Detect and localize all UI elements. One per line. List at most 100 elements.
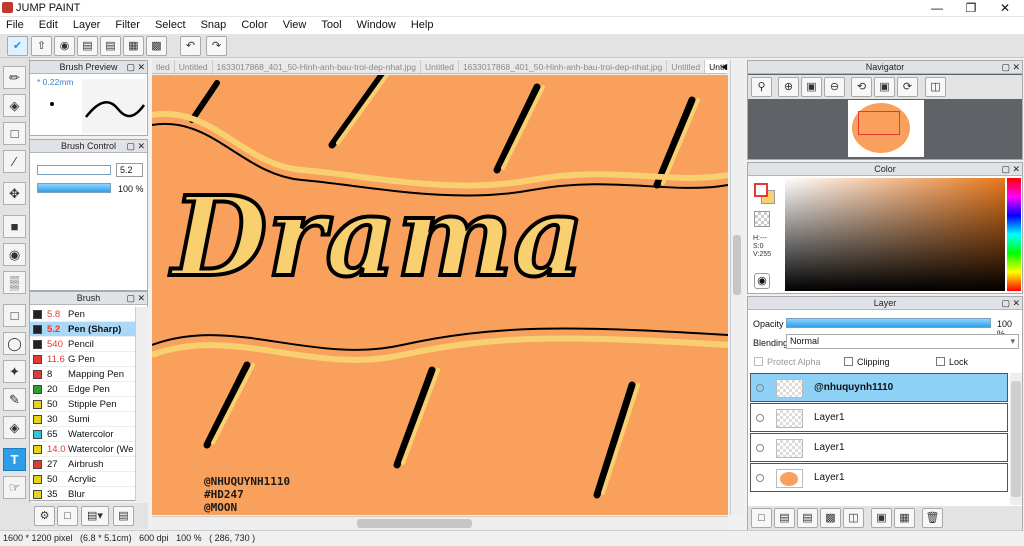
transparency-layer-icon[interactable]: ▩ bbox=[820, 508, 841, 528]
foreground-color-swatch[interactable] bbox=[754, 183, 768, 197]
page-icon[interactable]: ▤ bbox=[100, 36, 121, 56]
panel-close-icon[interactable]: ▢ ✕ bbox=[1001, 163, 1020, 176]
visibility-icon[interactable] bbox=[756, 474, 764, 482]
rotate-right-icon[interactable]: ⟳ bbox=[897, 77, 918, 97]
layout-icon[interactable]: ▦ bbox=[123, 36, 144, 56]
share-icon[interactable]: ⇧ bbox=[31, 36, 52, 56]
hue-slider[interactable] bbox=[1007, 178, 1021, 291]
brush-list-item[interactable]: 540 Pencil bbox=[30, 337, 146, 352]
canvas-vertical-scrollbar[interactable] bbox=[730, 60, 743, 515]
clipping-checkbox[interactable]: Clipping bbox=[844, 357, 890, 367]
panel-close-icon[interactable]: ▢ ✕ bbox=[126, 140, 145, 153]
tab-document[interactable]: Untitled bbox=[175, 60, 213, 73]
message-icon[interactable]: ▤ bbox=[77, 36, 98, 56]
protect-alpha-checkbox[interactable]: Protect Alpha bbox=[754, 357, 821, 367]
eraser-tool-icon[interactable]: ◈ bbox=[3, 94, 26, 117]
panel-close-icon[interactable]: ▢ ✕ bbox=[1001, 297, 1020, 310]
brush-menu-icon[interactable]: ▤▾ bbox=[81, 506, 109, 526]
tab-document[interactable]: tled bbox=[152, 60, 175, 73]
zoom-in-icon[interactable]: ⊕ bbox=[778, 77, 799, 97]
merge-layer-icon[interactable]: ▦ bbox=[894, 508, 915, 528]
lock-checkbox[interactable]: Lock bbox=[936, 357, 968, 367]
layer-scroll-thumb[interactable] bbox=[1011, 381, 1021, 497]
brush-list-item[interactable]: 5.2 Pen (Sharp) bbox=[30, 322, 146, 337]
text-tool-icon[interactable]: T bbox=[3, 448, 26, 471]
hand-tool-icon[interactable]: ☞ bbox=[3, 476, 26, 499]
new-layer-folder-icon[interactable]: ▤ bbox=[774, 508, 795, 528]
menu-snap[interactable]: Snap bbox=[195, 17, 233, 34]
redo-icon[interactable]: ↷ bbox=[206, 36, 227, 56]
layer-row[interactable]: @nhuquynh1110 bbox=[750, 373, 1008, 402]
tab-document[interactable]: Untitled bbox=[421, 60, 459, 73]
transparent-color-swatch[interactable] bbox=[754, 211, 770, 227]
brush-list-item[interactable]: 30 Sumi bbox=[30, 412, 146, 427]
zoom-icon[interactable]: ⚲ bbox=[751, 77, 772, 97]
magic-wand-tool-icon[interactable]: ✦ bbox=[3, 360, 26, 383]
navigator-thumbnail[interactable] bbox=[848, 100, 924, 157]
canvas-horizontal-scrollbar[interactable] bbox=[152, 516, 728, 530]
layer-list-scrollbar[interactable] bbox=[1010, 373, 1022, 505]
rotate-reset-icon[interactable]: ▣ bbox=[874, 77, 895, 97]
tab-document[interactable]: 1633017868_401_50-Hinh-anh-bau-troi-dep-… bbox=[459, 60, 668, 73]
gradient-tool-icon[interactable]: ▒ bbox=[3, 271, 26, 294]
select-rect-tool-icon[interactable]: □ bbox=[3, 304, 26, 327]
layer-opacity-slider[interactable] bbox=[786, 318, 991, 328]
menu-select[interactable]: Select bbox=[149, 17, 192, 34]
lasso-tool-icon[interactable]: ◯ bbox=[3, 332, 26, 355]
rotate-left-icon[interactable]: ⟲ bbox=[851, 77, 872, 97]
brush-size-input[interactable]: 5.2 bbox=[116, 163, 143, 177]
new-brush-icon[interactable]: □ bbox=[57, 506, 78, 526]
vertical-scroll-thumb[interactable] bbox=[733, 235, 741, 295]
duplicate-layer-icon[interactable]: ▤ bbox=[797, 508, 818, 528]
menu-color[interactable]: Color bbox=[235, 17, 273, 34]
line-tool-icon[interactable]: ∕ bbox=[3, 150, 26, 173]
delete-layer-icon[interactable]: 🗑 bbox=[922, 508, 943, 528]
visibility-icon[interactable] bbox=[756, 414, 764, 422]
visibility-icon[interactable] bbox=[756, 444, 764, 452]
layer-row[interactable]: Layer1 bbox=[750, 433, 1008, 462]
brush-opacity-slider[interactable] bbox=[37, 183, 111, 193]
brush-list-item[interactable]: 11.6 G Pen bbox=[30, 352, 146, 367]
rectangle-tool-icon[interactable]: □ bbox=[3, 122, 26, 145]
panel-close-icon[interactable]: ▢ ✕ bbox=[126, 61, 145, 74]
select-eraser-tool-icon[interactable]: ◈ bbox=[3, 416, 26, 439]
new-layer-icon[interactable]: □ bbox=[751, 508, 772, 528]
brush-settings-icon[interactable]: ⚙ bbox=[34, 506, 55, 526]
bucket-tool-icon[interactable]: ◉ bbox=[3, 243, 26, 266]
select-pen-tool-icon[interactable]: ✎ bbox=[3, 388, 26, 411]
fit-icon[interactable]: ▣ bbox=[801, 77, 822, 97]
brush-list-item[interactable]: 20 Edge Pen bbox=[30, 382, 146, 397]
brush-list-item[interactable]: 65 Watercolor bbox=[30, 427, 146, 442]
grid-icon[interactable]: ▩ bbox=[146, 36, 167, 56]
brush-list-item[interactable]: 50 Acrylic bbox=[30, 472, 146, 487]
layer-row[interactable]: Layer1 bbox=[750, 463, 1008, 492]
close-icon[interactable]: ✕ bbox=[988, 0, 1022, 17]
undo-icon[interactable]: ↶ bbox=[180, 36, 201, 56]
pen-tool-icon[interactable]: ✏ bbox=[3, 66, 26, 89]
folder-icon[interactable]: ◫ bbox=[843, 508, 864, 528]
panel-close-icon[interactable]: ▢ ✕ bbox=[126, 292, 145, 305]
tab-scroll-left-icon[interactable]: ◀ bbox=[721, 60, 729, 74]
panel-close-icon[interactable]: ▢ ✕ bbox=[1001, 61, 1020, 74]
copy-layer-icon[interactable]: ▣ bbox=[871, 508, 892, 528]
brush-list-item[interactable]: 8 Mapping Pen bbox=[30, 367, 146, 382]
brush-list-scrollbar[interactable] bbox=[135, 307, 148, 501]
visibility-icon[interactable] bbox=[756, 384, 764, 392]
flip-icon[interactable]: ◫ bbox=[925, 77, 946, 97]
brush-size-slider[interactable] bbox=[37, 165, 111, 175]
menu-window[interactable]: Window bbox=[351, 17, 402, 34]
brush-list-item[interactable]: 14.0 Watercolor (We bbox=[30, 442, 146, 457]
menu-tool[interactable]: Tool bbox=[315, 17, 347, 34]
blending-select[interactable]: Normal ▾ bbox=[786, 334, 1019, 349]
move-tool-icon[interactable]: ✥ bbox=[3, 182, 26, 205]
menu-help[interactable]: Help bbox=[405, 17, 440, 34]
menu-file[interactable]: File bbox=[0, 17, 30, 34]
horizontal-scroll-thumb[interactable] bbox=[357, 519, 472, 528]
fill-rect-tool-icon[interactable]: ■ bbox=[3, 215, 26, 238]
brush-list-item[interactable]: 50 Stipple Pen bbox=[30, 397, 146, 412]
brush-copy-icon[interactable]: ▤ bbox=[113, 506, 134, 526]
brush-list-item[interactable]: 27 Airbrush bbox=[30, 457, 146, 472]
zoom-out-icon[interactable]: ⊖ bbox=[824, 77, 845, 97]
drawing-canvas[interactable]: Drama @NHUQUYNH1110 #HD247 @MOON bbox=[152, 75, 728, 515]
sync-icon[interactable]: ✔ bbox=[7, 36, 28, 56]
